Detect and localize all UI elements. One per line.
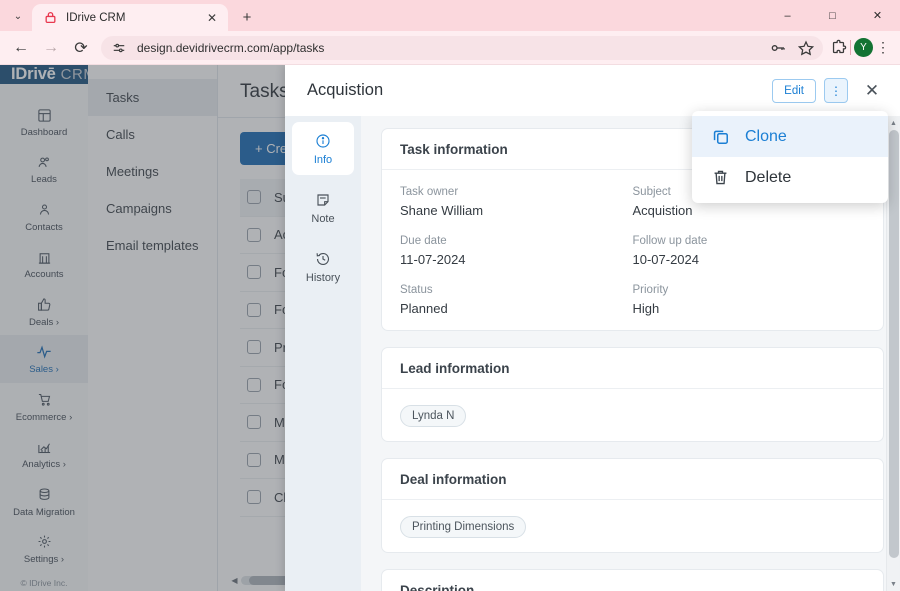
reload-button[interactable]: ⟳ — [67, 34, 95, 62]
tab-label: Info — [313, 154, 333, 166]
key-icon[interactable] — [769, 39, 787, 57]
address-bar[interactable]: design.devidrivecrm.com/app/tasks — [101, 35, 823, 60]
drawer-tab-rail: Info Note History — [285, 116, 361, 591]
tab-title: IDrive CRM — [66, 11, 126, 24]
history-icon — [315, 250, 331, 267]
close-drawer-button[interactable]: ✕ — [858, 77, 886, 105]
field-follow-up-date: Follow up date 10-07-2024 — [633, 235, 866, 267]
card-heading: Deal information — [382, 459, 883, 500]
field-status: Status Planned — [400, 284, 633, 316]
drawer-vertical-scrollbar[interactable]: ▲ ▼ — [886, 116, 900, 591]
tab-info[interactable]: Info — [292, 122, 354, 175]
card-body: Lynda N — [382, 389, 883, 441]
page-settings-icon[interactable] — [111, 40, 127, 56]
tab-label: Note — [311, 213, 335, 225]
field-label: Due date — [400, 235, 447, 247]
card-heading: Lead information — [382, 348, 883, 389]
trash-icon — [710, 168, 731, 187]
card-body: Printing Dimensions — [382, 500, 883, 552]
tab-label: History — [305, 272, 341, 284]
profile-avatar[interactable]: Y — [854, 38, 873, 57]
page-viewport: IDrivē CRM Dashboard Leads Contacts Acco… — [0, 65, 900, 591]
field-due-date: Due date 11-07-2024 — [400, 235, 633, 267]
window-close-button[interactable]: ✕ — [855, 0, 900, 31]
task-detail-drawer: Acquistion Edit ⋮ ✕ Clone Delete Info No… — [285, 65, 900, 591]
scroll-down-icon[interactable]: ▼ — [887, 577, 900, 591]
tab-search-chevron-icon[interactable]: ⌄ — [4, 2, 32, 30]
puzzle-icon[interactable] — [829, 39, 847, 57]
menu-item-clone[interactable]: Clone — [692, 116, 888, 157]
address-bar-url: design.devidrivecrm.com/app/tasks — [137, 40, 325, 55]
task-fields-grid: Task owner Shane William Subject Acquist… — [400, 186, 865, 316]
deal-chip[interactable]: Printing Dimensions — [400, 516, 527, 538]
forward-button[interactable]: → — [37, 34, 65, 62]
edit-button[interactable]: Edit — [772, 78, 816, 103]
field-value: Shane William — [400, 203, 484, 218]
field-label: Task owner — [400, 186, 459, 198]
clone-icon — [710, 127, 731, 146]
menu-item-label: Clone — [745, 127, 787, 145]
browser-window: ⌄ IDrive CRM ✕ + – □ ✕ ← → ⟳ design.devi… — [0, 0, 900, 591]
scrollbar-thumb[interactable] — [889, 130, 899, 558]
lead-information-card: Lead information Lynda N — [381, 347, 884, 442]
field-label: Priority — [632, 284, 669, 296]
browser-tab[interactable]: IDrive CRM ✕ — [32, 4, 228, 31]
new-tab-button[interactable]: + — [234, 4, 260, 30]
back-button[interactable]: ← — [7, 34, 35, 62]
star-icon[interactable] — [797, 39, 815, 57]
scroll-up-icon[interactable]: ▲ — [887, 116, 900, 130]
field-value: Planned — [400, 301, 448, 316]
tab-history[interactable]: History — [292, 240, 354, 293]
window-controls: – □ ✕ — [765, 0, 900, 31]
field-value: High — [632, 301, 660, 316]
menu-item-delete[interactable]: Delete — [692, 157, 888, 198]
field-label: Status — [400, 284, 433, 296]
drawer-header: Acquistion Edit ⋮ ✕ — [285, 65, 900, 116]
browser-toolbar: ← → ⟳ design.devidrivecrm.com/app/tasks — [0, 31, 900, 65]
tab-note[interactable]: Note — [292, 181, 354, 234]
toolbar-divider — [850, 40, 851, 55]
menu-item-label: Delete — [745, 168, 792, 186]
description-card: Description — [381, 569, 884, 591]
deal-information-card: Deal information Printing Dimensions — [381, 458, 884, 553]
field-priority: Priority High — [633, 284, 866, 316]
field-value: 10-07-2024 — [632, 252, 700, 267]
context-menu: Clone Delete — [692, 111, 888, 203]
lead-chip[interactable]: Lynda N — [400, 405, 467, 427]
more-options-button[interactable]: ⋮ — [824, 78, 848, 103]
field-value: Acquistion — [632, 203, 693, 218]
field-label: Follow up date — [632, 235, 708, 247]
field-value: 11-07-2024 — [400, 252, 466, 267]
window-maximize-button[interactable]: □ — [810, 0, 855, 31]
tab-strip: ⌄ IDrive CRM ✕ + – □ ✕ — [0, 0, 900, 31]
lock-icon — [43, 11, 57, 25]
drawer-title: Acquistion — [307, 81, 384, 99]
card-heading: Description — [382, 570, 883, 591]
browser-menu-icon[interactable]: ⋮ — [873, 39, 893, 56]
field-task-owner: Task owner Shane William — [400, 186, 633, 218]
window-minimize-button[interactable]: – — [765, 0, 810, 31]
omnibox-actions — [769, 39, 815, 57]
note-icon — [315, 191, 331, 208]
info-icon — [315, 132, 331, 149]
tab-close-icon[interactable]: ✕ — [204, 10, 220, 26]
